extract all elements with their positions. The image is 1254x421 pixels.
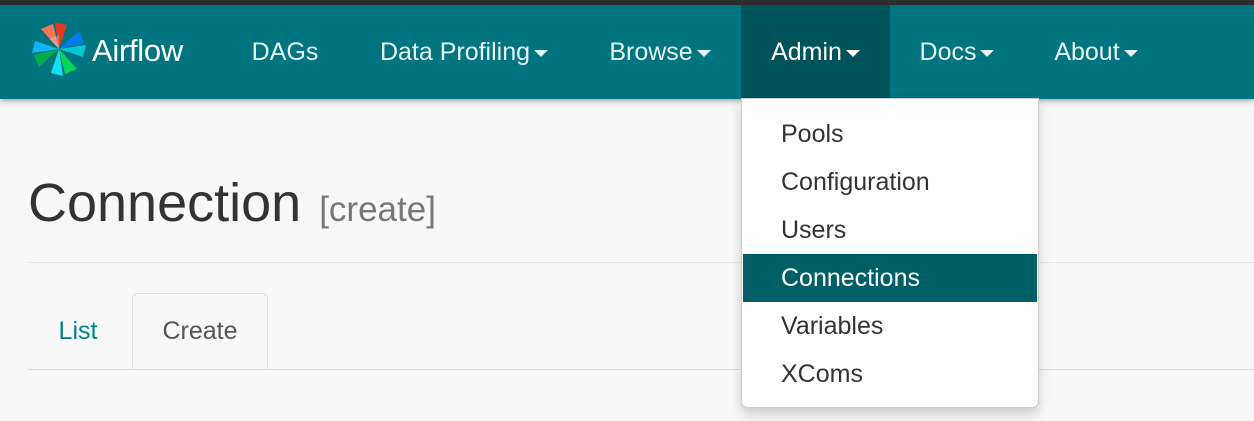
nav-dags-label: DAGs — [251, 37, 319, 66]
menu-item-label: Connections — [781, 263, 920, 292]
menu-item-label: Configuration — [781, 167, 930, 196]
menu-item-xcoms[interactable]: XComs — [742, 350, 1038, 398]
nav-data-profiling-label: Data Profiling — [379, 37, 531, 66]
nav-about[interactable]: About — [1034, 5, 1158, 99]
admin-dropdown-menu: Pools Configuration Users Connections Va… — [741, 98, 1039, 408]
menu-item-users[interactable]: Users — [742, 206, 1038, 254]
nav-dags[interactable]: DAGs — [231, 5, 339, 99]
menu-item-label: Users — [781, 215, 847, 244]
nav-about-label: About — [1054, 37, 1120, 66]
tabs-divider — [28, 369, 1254, 370]
menu-item-variables[interactable]: Variables — [742, 302, 1038, 350]
caret-down-icon — [534, 50, 549, 57]
menu-item-pools[interactable]: Pools — [742, 110, 1038, 158]
nav-browse[interactable]: Browse — [590, 5, 730, 99]
tab-create[interactable]: Create — [132, 293, 268, 369]
tab-create-label: Create — [162, 316, 238, 345]
header-divider — [28, 262, 1254, 263]
page-title: Connection — [28, 173, 302, 233]
menu-item-configuration[interactable]: Configuration — [742, 158, 1038, 206]
menu-item-connections[interactable]: Connections — [743, 254, 1037, 302]
page-header: Connection [create] — [28, 172, 436, 234]
menu-item-label: Pools — [781, 119, 844, 148]
nav-admin-label: Admin — [771, 37, 842, 66]
nav-docs-label: Docs — [919, 37, 977, 66]
nav-browse-label: Browse — [609, 37, 693, 66]
page-subtitle: [create] — [319, 190, 436, 229]
nav-admin[interactable]: Admin — [741, 5, 890, 99]
caret-down-icon — [1123, 50, 1138, 57]
airflow-pinwheel-logo-icon — [28, 18, 90, 85]
brand-name: Airflow — [92, 33, 183, 68]
menu-item-label: Variables — [781, 311, 884, 340]
caret-down-icon — [980, 50, 995, 57]
top-navbar: Airflow DAGs Data Profiling Browse Admin… — [0, 5, 1254, 99]
nav-docs[interactable]: Docs — [901, 5, 1013, 99]
caret-down-icon — [845, 50, 860, 57]
caret-down-icon — [696, 50, 711, 57]
airflow-brand-link[interactable]: Airflow — [28, 21, 183, 81]
tab-list[interactable]: List — [28, 293, 128, 369]
menu-item-label: XComs — [781, 359, 863, 388]
nav-data-profiling[interactable]: Data Profiling — [358, 5, 570, 99]
tab-list-label: List — [58, 316, 98, 345]
